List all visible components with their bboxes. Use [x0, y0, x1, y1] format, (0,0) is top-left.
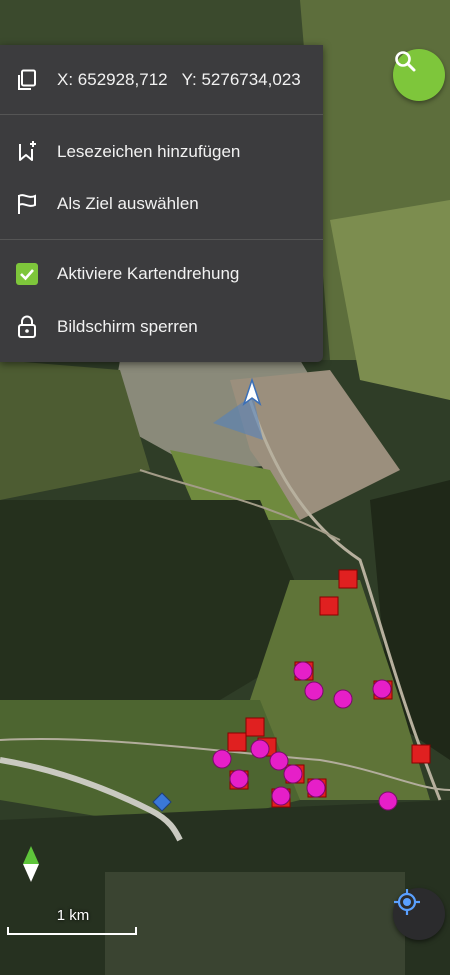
menu-item-lock-screen[interactable]: Bildschirm sperren	[0, 301, 323, 353]
scale-bar-line	[7, 927, 137, 935]
lock-icon	[14, 314, 40, 340]
menu-divider	[0, 239, 323, 240]
menu-divider	[0, 114, 323, 115]
menu-item-map-rotation[interactable]: Aktiviere Kartendrehung	[0, 248, 323, 300]
menu-item-label: Bildschirm sperren	[57, 317, 198, 336]
menu-item-label: Aktiviere Kartendrehung	[57, 264, 240, 283]
scale-label: 1 km	[56, 907, 90, 924]
menu-item-add-bookmark[interactable]: Lesezeichen hinzufügen	[0, 126, 323, 178]
map-scale-bar: 1 km	[7, 905, 139, 939]
coordinates-row[interactable]: X: 652928,712 Y: 5276734,023	[0, 54, 323, 106]
flag-icon	[14, 191, 40, 217]
compass-icon[interactable]	[21, 846, 41, 882]
context-menu: X: 652928,712 Y: 5276734,023 Lesezeichen…	[0, 45, 323, 362]
checkbox-checked-icon[interactable]	[14, 261, 40, 287]
copy-icon[interactable]	[14, 67, 40, 93]
coordinate-x: X: 652928,712	[57, 70, 168, 89]
search-button[interactable]	[393, 49, 445, 101]
menu-item-label: Lesezeichen hinzufügen	[57, 142, 241, 161]
coordinates-text: X: 652928,712 Y: 5276734,023	[57, 70, 301, 90]
menu-item-set-destination[interactable]: Als Ziel auswählen	[0, 178, 323, 230]
menu-item-label: Als Ziel auswählen	[57, 194, 199, 213]
my-location-button[interactable]	[393, 888, 445, 940]
bookmark-add-icon	[14, 139, 40, 165]
coordinate-y: Y: 5276734,023	[181, 70, 301, 89]
